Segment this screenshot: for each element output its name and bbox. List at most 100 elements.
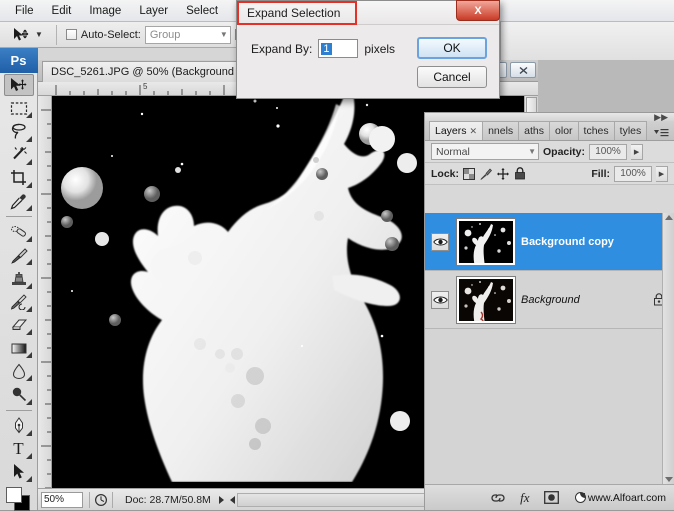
foreground-color-swatch[interactable]	[5, 486, 22, 503]
menu-item-image[interactable]: Image	[80, 2, 130, 20]
brush-tool[interactable]	[4, 244, 34, 266]
add-layer-mask-icon[interactable]	[544, 490, 560, 506]
panel-menu-icon[interactable]	[652, 127, 670, 138]
layer-name[interactable]: Background	[521, 294, 642, 306]
dialog-close-button[interactable]: X	[456, 0, 500, 21]
lock-all-icon[interactable]	[514, 167, 526, 180]
menu-item-layer[interactable]: Layer	[130, 2, 177, 20]
magic-wand-tool[interactable]	[4, 144, 34, 166]
healing-brush-tool[interactable]	[4, 221, 34, 243]
tab-channels[interactable]: nnels	[482, 121, 520, 140]
tool-flyout-indicator	[25, 429, 32, 436]
layer-visibility-cell[interactable]	[429, 232, 451, 251]
lock-position-icon[interactable]	[497, 167, 510, 180]
layers-vertical-scrollbar[interactable]	[662, 213, 674, 484]
eyedropper-tool[interactable]	[4, 190, 34, 212]
chevron-down-icon[interactable]: ▼	[35, 30, 43, 39]
tool-flyout-indicator	[25, 158, 32, 165]
status-menu-arrow-icon[interactable]	[218, 495, 224, 504]
tool-flyout-indicator	[25, 305, 32, 312]
dialog-buttons: OK Cancel	[417, 37, 487, 88]
path-selection-tool[interactable]	[4, 461, 34, 483]
layers-panel: ▶▶ Layers ✕ nnels aths olor tches tyles	[424, 112, 674, 510]
pen-tool[interactable]	[4, 414, 34, 436]
layer-thumbnail[interactable]	[456, 275, 516, 324]
layer-thumbnail[interactable]	[456, 217, 516, 266]
layer-visibility-cell[interactable]	[429, 290, 451, 309]
layer-name[interactable]: Background copy	[521, 236, 642, 248]
link-layers-icon[interactable]	[490, 490, 506, 506]
tool-flyout-indicator	[25, 398, 32, 405]
scroll-down-arrow-icon[interactable]	[665, 477, 673, 482]
lock-transparent-pixels-icon[interactable]	[463, 167, 476, 180]
auto-select-checkbox[interactable]	[65, 29, 77, 40]
blend-mode-value: Normal	[436, 145, 470, 158]
lock-image-pixels-icon[interactable]	[480, 167, 492, 180]
expand-by-label: Expand By:	[251, 41, 313, 56]
ok-button[interactable]: OK	[417, 37, 487, 59]
move-tool-icon	[10, 25, 32, 45]
tool-flyout-indicator	[25, 236, 32, 243]
vertical-ruler[interactable]	[38, 96, 52, 488]
rectangular-marquee-tool[interactable]	[4, 97, 34, 119]
fill-value[interactable]: 100%	[614, 165, 652, 182]
layers-panel-footer: fx www.Alfoart.com	[425, 484, 674, 510]
tab-color[interactable]: olor	[549, 121, 579, 140]
move-tool[interactable]	[3, 74, 34, 97]
status-divider-2	[112, 491, 113, 508]
document-tab[interactable]: DSC_5261.JPG @ 50% (Background c	[42, 61, 252, 82]
color-swatches[interactable]	[5, 486, 32, 511]
menu-item-select[interactable]: Select	[177, 2, 227, 20]
fill-label: Fill:	[591, 167, 610, 180]
gradient-tool[interactable]	[4, 337, 34, 359]
tab-paths[interactable]: aths	[518, 121, 551, 140]
eye-icon[interactable]	[431, 290, 449, 309]
tool-preset-picker[interactable]: ▼	[6, 25, 47, 45]
watermark-logo-icon	[574, 492, 586, 503]
tool-flyout-indicator	[25, 181, 32, 188]
scroll-up-arrow-icon[interactable]	[665, 215, 673, 220]
dialog-body: Expand By: 1 pixels OK Cancel	[237, 25, 499, 100]
type-tool[interactable]: T	[4, 438, 34, 460]
lasso-tool[interactable]	[4, 120, 34, 142]
layer-row[interactable]: Background	[425, 271, 674, 329]
dialog-title-bar[interactable]: Expand Selection X	[237, 0, 500, 25]
opacity-stepper-icon[interactable]: ▶	[631, 143, 644, 160]
tool-flyout-indicator	[25, 352, 32, 359]
layer-row[interactable]: Background copy	[425, 213, 674, 271]
tab-channels-label: nnels	[488, 125, 514, 137]
photoshop-application-window: File Edit Image Layer Select Filter ▼ Au…	[0, 0, 674, 511]
history-brush-tool[interactable]	[4, 291, 34, 313]
toolbar-divider-1	[5, 216, 32, 218]
zoom-level-field[interactable]: 50%	[41, 491, 83, 508]
tab-layers-label: Layers	[435, 125, 467, 137]
menu-item-edit[interactable]: Edit	[43, 2, 81, 20]
blend-mode-dropdown[interactable]: Normal ▼	[431, 143, 539, 160]
fill-stepper-icon[interactable]: ▶	[656, 165, 668, 182]
eye-icon[interactable]	[431, 232, 449, 251]
eraser-tool[interactable]	[4, 314, 34, 336]
tab-swatches[interactable]: tches	[577, 121, 615, 140]
expand-by-value: 1	[321, 42, 332, 55]
opacity-value[interactable]: 100%	[589, 143, 628, 160]
panel-title-bar[interactable]: ▶▶	[425, 112, 674, 122]
tab-styles[interactable]: tyles	[613, 121, 648, 140]
status-clock-icon[interactable]	[94, 493, 108, 507]
tab-layers[interactable]: Layers ✕	[429, 121, 484, 140]
close-icon[interactable]: ✕	[470, 126, 478, 137]
document-tab-title: DSC_5261.JPG @ 50% (Background c	[51, 66, 243, 78]
blur-tool[interactable]	[4, 360, 34, 382]
auto-select-dropdown[interactable]: Group ▼	[144, 25, 231, 44]
panel-tab-strip: Layers ✕ nnels aths olor tches tyles	[425, 121, 674, 141]
close-button[interactable]	[510, 62, 536, 78]
clone-stamp-tool[interactable]	[4, 267, 34, 289]
cancel-button[interactable]: Cancel	[417, 66, 487, 88]
document-size-info: Doc: 28.7M/50.8M	[125, 493, 211, 506]
crop-tool[interactable]	[4, 167, 34, 189]
menu-item-file[interactable]: File	[6, 2, 43, 20]
auto-select-value: Group	[149, 28, 181, 41]
scroll-left-arrow-icon[interactable]	[229, 495, 235, 504]
dodge-tool[interactable]	[4, 383, 34, 405]
expand-by-input[interactable]: 1	[318, 39, 359, 58]
layer-style-fx-icon[interactable]: fx	[517, 490, 533, 506]
